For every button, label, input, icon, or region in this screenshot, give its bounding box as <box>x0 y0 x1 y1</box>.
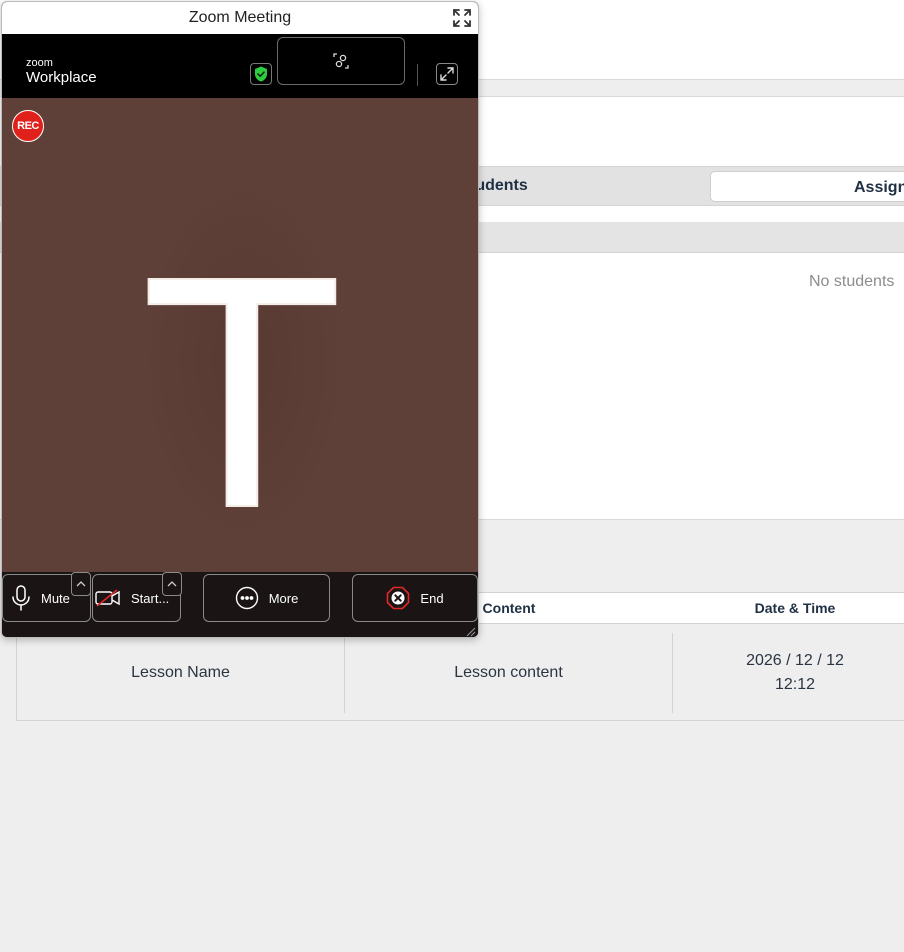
end-label: End <box>420 590 444 606</box>
resize-grip-icon[interactable] <box>464 625 476 637</box>
participant-avatar: T <box>142 236 342 526</box>
chevron-up-icon <box>76 581 86 587</box>
end-meeting-button[interactable]: End <box>352 574 478 622</box>
lesson-name-cell: Lesson Name <box>17 633 345 713</box>
tab-assignments[interactable]: Assign <box>710 171 904 202</box>
zoom-header: zoom Workplace <box>2 34 478 98</box>
zoom-window-title: Zoom Meeting <box>188 9 292 26</box>
column-header-date-time: Date & Time <box>754 600 836 616</box>
zoom-meeting-window[interactable]: Zoom Meeting zoom Workplace REC T Mute S… <box>1 1 479 638</box>
lesson-content-cell: Lesson content <box>345 633 673 713</box>
zoom-window-titlebar[interactable]: Zoom Meeting <box>2 2 478 34</box>
security-shield-icon[interactable] <box>250 63 272 85</box>
microphone-icon <box>12 585 30 611</box>
view-layout-button[interactable] <box>277 37 405 85</box>
table-row[interactable]: Lesson Name Lesson content 2026 / 12 / 1… <box>17 633 904 713</box>
participant-video-area[interactable]: REC T <box>2 98 478 572</box>
more-button[interactable]: More <box>203 574 330 622</box>
recording-badge: REC <box>12 110 44 142</box>
lesson-datetime-cell: 2026 / 12 / 12 12:12 <box>673 633 904 713</box>
audio-options-caret[interactable] <box>71 572 91 596</box>
end-meeting-icon <box>387 586 410 610</box>
more-label: More <box>268 590 299 606</box>
view-layout-icon <box>333 53 349 69</box>
logo-brand-small: zoom <box>26 57 53 69</box>
mute-label: Mute <box>41 590 70 606</box>
logo-brand-big: Workplace <box>26 69 97 86</box>
chevron-up-icon <box>167 581 177 587</box>
zoom-workplace-logo: zoom Workplace <box>26 57 97 87</box>
meeting-controls-bar: Mute Start... More End <box>2 572 478 637</box>
expand-view-icon[interactable] <box>436 63 458 85</box>
participant-avatar-initial: T <box>142 236 342 526</box>
video-options-caret[interactable] <box>162 572 182 596</box>
students-empty-message: No students <box>809 273 895 290</box>
lesson-date: 2026 / 12 / 12 <box>746 652 844 669</box>
video-off-icon <box>95 589 120 607</box>
more-options-icon <box>235 586 258 610</box>
header-divider <box>417 64 418 86</box>
fullscreen-icon[interactable] <box>452 8 472 28</box>
lesson-time: 12:12 <box>774 676 816 693</box>
